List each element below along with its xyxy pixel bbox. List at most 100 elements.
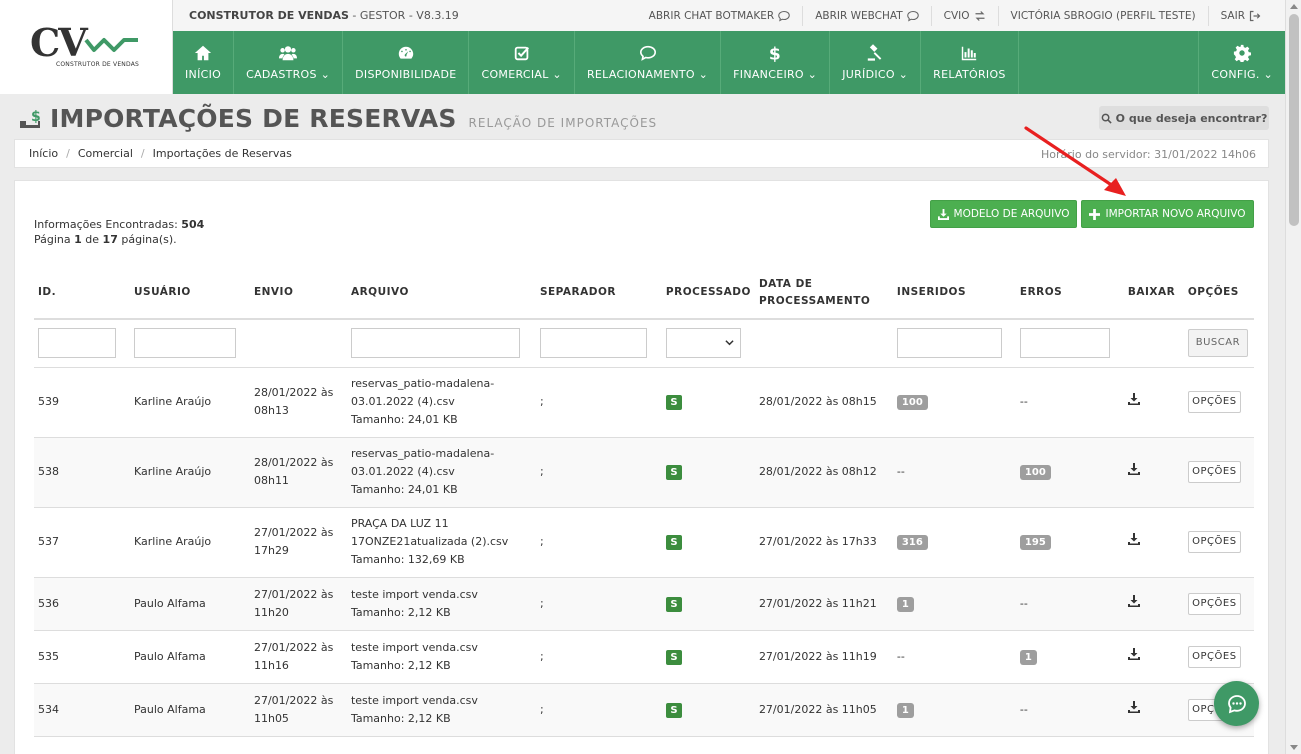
table-header-row: ID. USUÁRIO ENVIO ARQUIVO SEPARADOR PROC… bbox=[34, 267, 1254, 320]
table-row: 536 Paulo Alfama 27/01/2022 às 11h20 teste i… bbox=[34, 577, 1254, 631]
cell-opcoes bbox=[1183, 736, 1254, 754]
table-row: 534 Paulo Alfama 27/01/2022 às 11h05 teste i… bbox=[34, 683, 1254, 737]
err-badge: 1 bbox=[1019, 649, 1037, 665]
file-name-cont: 17ONZE21atualizada (2).csv bbox=[350, 535, 509, 548]
processed-badge: S bbox=[665, 395, 682, 410]
cell-baixar[interactable] bbox=[1123, 736, 1184, 754]
cell-data-processamento: 28/01/2022 às 08h12 bbox=[754, 437, 893, 508]
cell-baixar[interactable] bbox=[1123, 683, 1184, 737]
cell-baixar[interactable] bbox=[1123, 577, 1184, 631]
import-new-file-button[interactable]: IMPORTAR NOVO ARQUIVO bbox=[1081, 200, 1254, 228]
nav-disponibilidade[interactable]: DISPONIBILIDADE bbox=[343, 31, 470, 94]
filter-arquivo-input[interactable] bbox=[350, 328, 520, 359]
download-icon bbox=[1127, 463, 1140, 475]
cell-erros: 195 bbox=[1015, 507, 1124, 578]
file-size: Tamanho: 24,01 KB bbox=[350, 413, 458, 426]
cell-erros: -- bbox=[1015, 577, 1124, 631]
file-size: Tamanho: 2,12 KB bbox=[350, 658, 451, 672]
col-id[interactable]: ID. bbox=[34, 267, 130, 320]
options-button[interactable]: OPÇÕES bbox=[1187, 531, 1241, 553]
nav-relatorios[interactable]: RELATÓRIOS bbox=[921, 31, 1019, 94]
nav-cadastros[interactable]: CADASTROS ⌄ bbox=[234, 31, 344, 94]
logout-link[interactable]: SAIR bbox=[1207, 5, 1273, 26]
filter-usuario-input[interactable] bbox=[133, 328, 236, 359]
cell-baixar[interactable] bbox=[1123, 437, 1184, 508]
col-erros[interactable]: ERROS bbox=[1015, 267, 1124, 320]
options-button[interactable]: OPÇÕES bbox=[1187, 645, 1241, 668]
nav-juridico[interactable]: JURÍDICO ⌄ bbox=[830, 31, 922, 94]
nav-config[interactable]: CONFIG. ⌄ bbox=[1198, 31, 1285, 94]
users-icon bbox=[279, 46, 298, 61]
err-value: -- bbox=[1019, 702, 1028, 716]
col-opcoes: OPÇÕES bbox=[1183, 267, 1254, 320]
open-webchat-link[interactable]: ABRIR WEBCHAT bbox=[802, 5, 930, 26]
page-scrollbar[interactable] bbox=[1285, 0, 1301, 754]
cell-envio: 27/01/2022 às 11h20 bbox=[249, 577, 347, 631]
options-button[interactable]: OPÇÕES bbox=[1187, 592, 1241, 615]
checkbox-icon bbox=[514, 46, 529, 61]
col-arquivo[interactable]: ARQUIVO bbox=[346, 267, 536, 320]
nav-relacionamento[interactable]: RELACIONAMENTO ⌄ bbox=[575, 31, 722, 94]
home-icon bbox=[194, 45, 212, 61]
cell-opcoes: OPÇÕES bbox=[1183, 577, 1254, 631]
options-button[interactable]: OPÇÕES bbox=[1187, 391, 1241, 413]
filter-id-input[interactable] bbox=[38, 328, 116, 359]
cell-processado: S bbox=[661, 577, 755, 631]
scroll-down-icon[interactable] bbox=[1290, 745, 1298, 750]
cell-usuario: Paulo Alfama bbox=[129, 577, 250, 631]
logout-icon bbox=[1249, 10, 1261, 21]
download-icon bbox=[1127, 533, 1140, 545]
table-row: 26/01/2022 àsreservas_lote (1) bbox=[34, 736, 1254, 754]
cell-opcoes: OPÇÕES bbox=[1183, 630, 1254, 684]
col-data-processamento[interactable]: DATA DE PROCESSAMENTO bbox=[754, 267, 893, 320]
cvio-link[interactable]: CVIO bbox=[930, 5, 998, 26]
user-profile-link[interactable]: VICTÓRIA SBROGIO (PERFIL TESTE) bbox=[997, 5, 1208, 26]
breadcrumb-comercial[interactable]: Comercial bbox=[78, 147, 133, 160]
col-separador[interactable]: SEPARADOR bbox=[535, 267, 662, 320]
col-usuario[interactable]: USUÁRIO bbox=[129, 267, 250, 320]
filter-separador-input[interactable] bbox=[539, 328, 647, 359]
cell-id: 535 bbox=[34, 630, 130, 684]
logo-tagline: CONSTRUTOR DE VENDAS bbox=[56, 61, 140, 68]
filter-inseridos-input[interactable] bbox=[896, 328, 1002, 359]
col-envio[interactable]: ENVIO bbox=[249, 267, 347, 320]
open-chat-botmaker-link[interactable]: ABRIR CHAT BOTMAKER bbox=[637, 6, 803, 26]
content-panel: Informações Encontradas: 504 Página 1 de… bbox=[14, 180, 1269, 754]
cell-arquivo: teste import venda.csv Tamanho: 2,12 KB bbox=[346, 577, 536, 631]
nav-comercial[interactable]: COMERCIAL ⌄ bbox=[469, 31, 575, 94]
cell-processado: S bbox=[661, 367, 755, 438]
breadcrumb-inicio[interactable]: Início bbox=[29, 147, 58, 160]
nav-inicio[interactable]: INÍCIO bbox=[173, 31, 235, 94]
scroll-up-icon[interactable] bbox=[1290, 4, 1298, 9]
download-template-button[interactable]: MODELO DE ARQUIVO bbox=[930, 200, 1077, 228]
cell-separador: ; bbox=[535, 367, 662, 438]
col-baixar: BAIXAR bbox=[1123, 267, 1184, 320]
top-bar: CONSTRUTOR DE VENDAS - GESTOR - V8.3.19 … bbox=[173, 0, 1285, 31]
gavel-icon bbox=[867, 44, 882, 61]
ins-value: -- bbox=[896, 649, 905, 663]
cell-opcoes: OPÇÕES bbox=[1183, 367, 1254, 438]
filter-processado-select[interactable] bbox=[665, 328, 741, 359]
err-badge: 100 bbox=[1019, 465, 1051, 480]
processed-badge: S bbox=[665, 649, 682, 665]
cell-baixar[interactable] bbox=[1123, 367, 1184, 438]
filter-erros-input[interactable] bbox=[1019, 328, 1110, 359]
cell-envio: 27/01/2022 às 17h29 bbox=[249, 507, 347, 578]
cell-processado bbox=[661, 736, 755, 754]
file-name: reservas_patio-madalena- bbox=[350, 377, 495, 390]
options-button[interactable]: OPÇÕES bbox=[1187, 461, 1241, 483]
chat-widget-button[interactable] bbox=[1214, 681, 1259, 726]
cell-baixar[interactable] bbox=[1123, 507, 1184, 578]
err-badge: 195 bbox=[1019, 535, 1051, 550]
file-size: Tamanho: 2,12 KB bbox=[350, 605, 451, 619]
page-subtitle: RELAÇÃO DE IMPORTAÇÕES bbox=[468, 115, 658, 130]
cell-arquivo: reservas_lote (1) bbox=[346, 736, 536, 754]
processed-badge: S bbox=[665, 535, 682, 550]
brand-logo[interactable]: CV CONSTRUTOR DE VENDAS bbox=[0, 0, 173, 94]
nav-financeiro[interactable]: $ FINANCEIRO ⌄ bbox=[721, 31, 831, 94]
scrollbar-thumb[interactable] bbox=[1289, 14, 1299, 226]
cell-baixar[interactable] bbox=[1123, 630, 1184, 684]
col-inseridos[interactable]: INSERIDOS bbox=[892, 267, 1016, 320]
buscar-button[interactable]: BUSCAR bbox=[1187, 329, 1248, 358]
col-processado[interactable]: PROCESSADO bbox=[661, 267, 755, 320]
